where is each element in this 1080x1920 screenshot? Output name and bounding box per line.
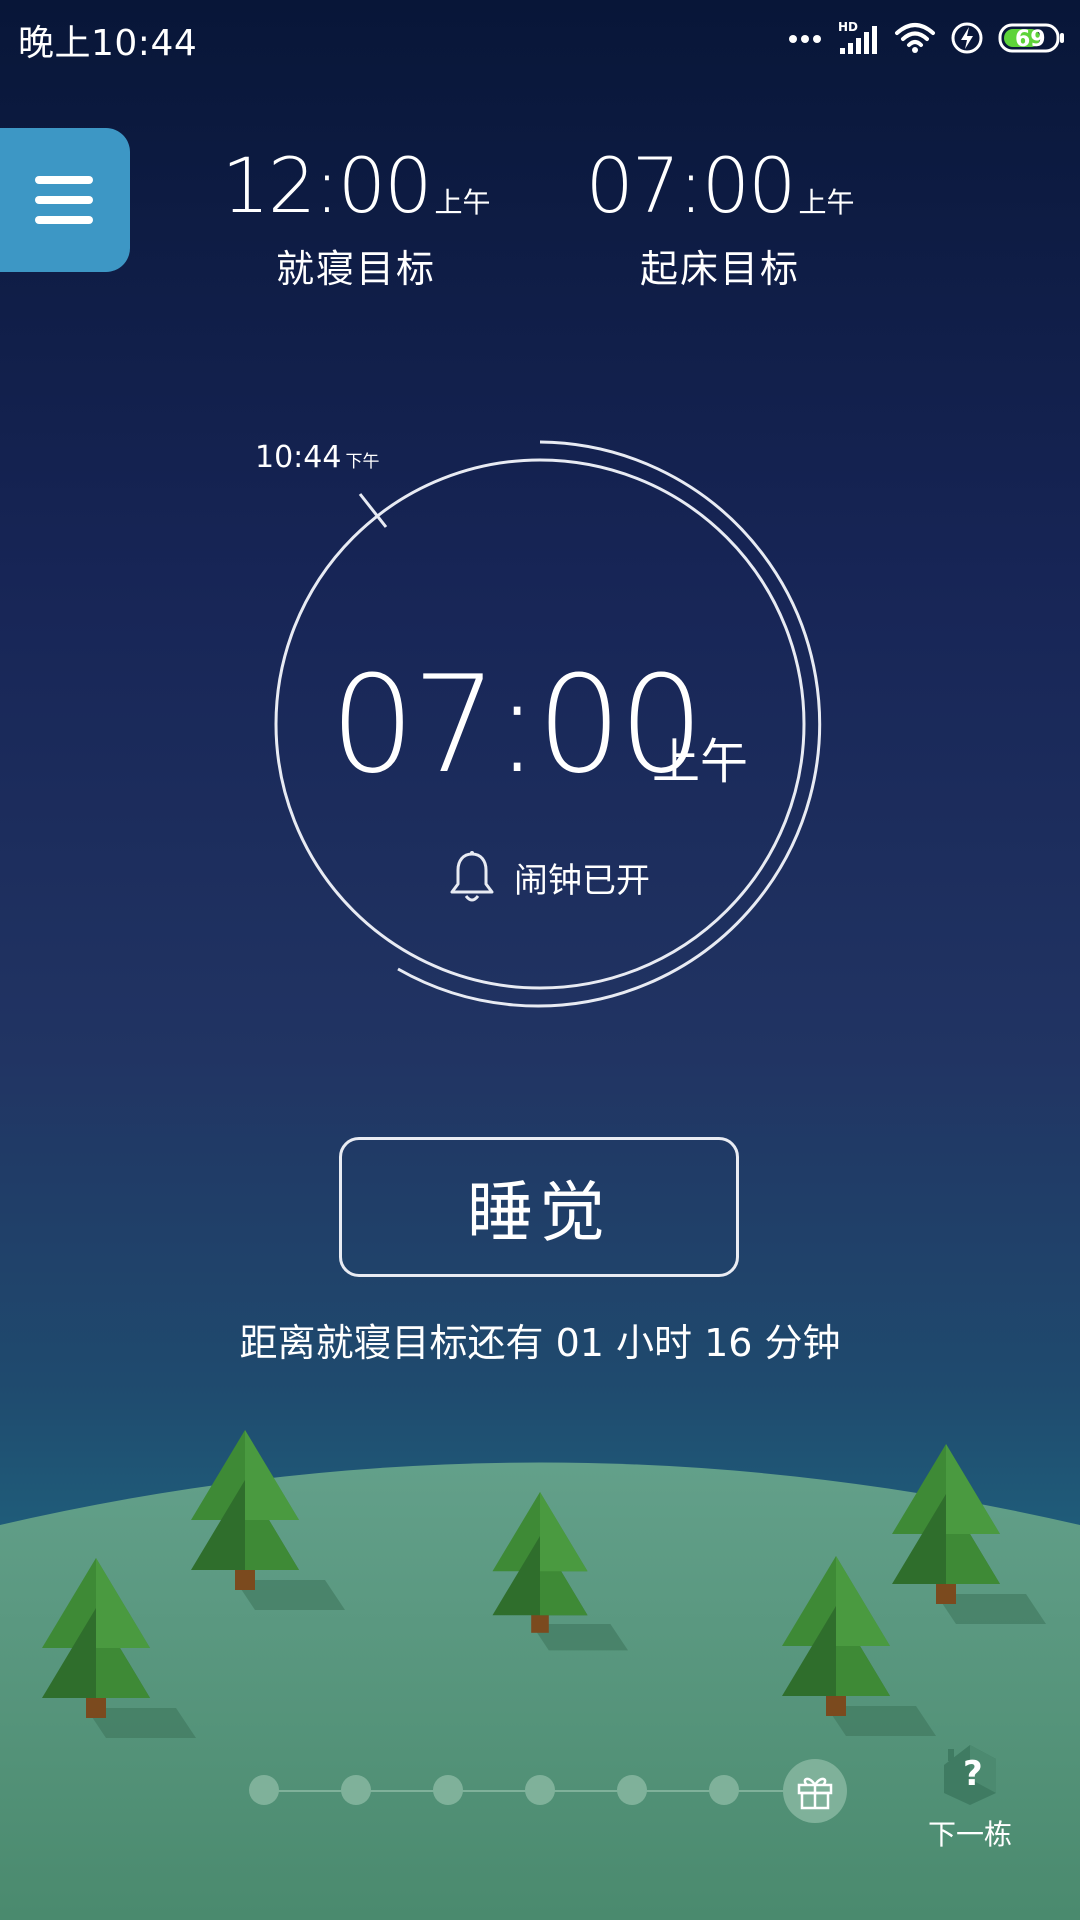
current-time-marker [358, 493, 388, 528]
battery-level: 69 [1015, 27, 1046, 52]
reward-button[interactable] [783, 1759, 847, 1823]
status-icons: HD 69 [788, 16, 1066, 60]
bedtime-goal-ampm: 上午 [434, 186, 491, 219]
wakeup-goal-time: 07:00 [585, 141, 796, 230]
battery-icon: 69 [998, 23, 1064, 53]
sleep-button[interactable]: 睡觉 [339, 1137, 739, 1277]
wakeup-goal-time-row: 07:00 上午 [580, 138, 860, 234]
alarm-ampm: 上午 [652, 734, 749, 790]
bell-icon [450, 851, 494, 902]
wakeup-goal-ampm: 上午 [798, 186, 855, 219]
menu-button[interactable] [0, 128, 130, 272]
clock-dial [274, 440, 822, 1008]
dots-icon [789, 35, 821, 43]
current-time-label: 10:44 下午 [255, 440, 379, 475]
wakeup-goal[interactable]: 07:00 上午 起床目标 [580, 138, 860, 293]
bedtime-countdown: 距离就寝目标还有 01 小时 16 分钟 [239, 1321, 841, 1365]
alarm-toggle[interactable]: 闹钟已开 [448, 850, 650, 904]
bedtime-goal[interactable]: 12:00 上午 就寝目标 [216, 138, 496, 293]
status-bar: 晚上10:44 HD 69 [0, 0, 1080, 74]
mystery-house-icon: ? [944, 1745, 996, 1805]
status-time: 晚上10:44 [18, 23, 198, 64]
next-building-button[interactable]: ? 下一栋 [915, 1735, 1025, 1853]
alarm-status: 闹钟已开 [514, 860, 650, 901]
current-time: 10:44 [255, 440, 342, 475]
charging-icon [951, 22, 983, 54]
question-mark: ? [963, 1754, 983, 1794]
signal-icon: HD [838, 20, 877, 54]
wifi-icon [895, 23, 935, 53]
current-time-ampm: 下午 [345, 452, 380, 472]
wakeup-goal-label: 起床目标 [639, 247, 800, 291]
network-badge: HD [838, 20, 858, 34]
bedtime-goal-time-row: 12:00 上午 [216, 138, 496, 234]
next-building-label: 下一栋 [927, 1818, 1012, 1851]
bedtime-goal-time: 12:00 [221, 141, 432, 230]
bedtime-goal-label: 就寝目标 [275, 247, 436, 291]
gift-icon [797, 1777, 833, 1810]
hamburger-menu-icon [35, 176, 93, 224]
